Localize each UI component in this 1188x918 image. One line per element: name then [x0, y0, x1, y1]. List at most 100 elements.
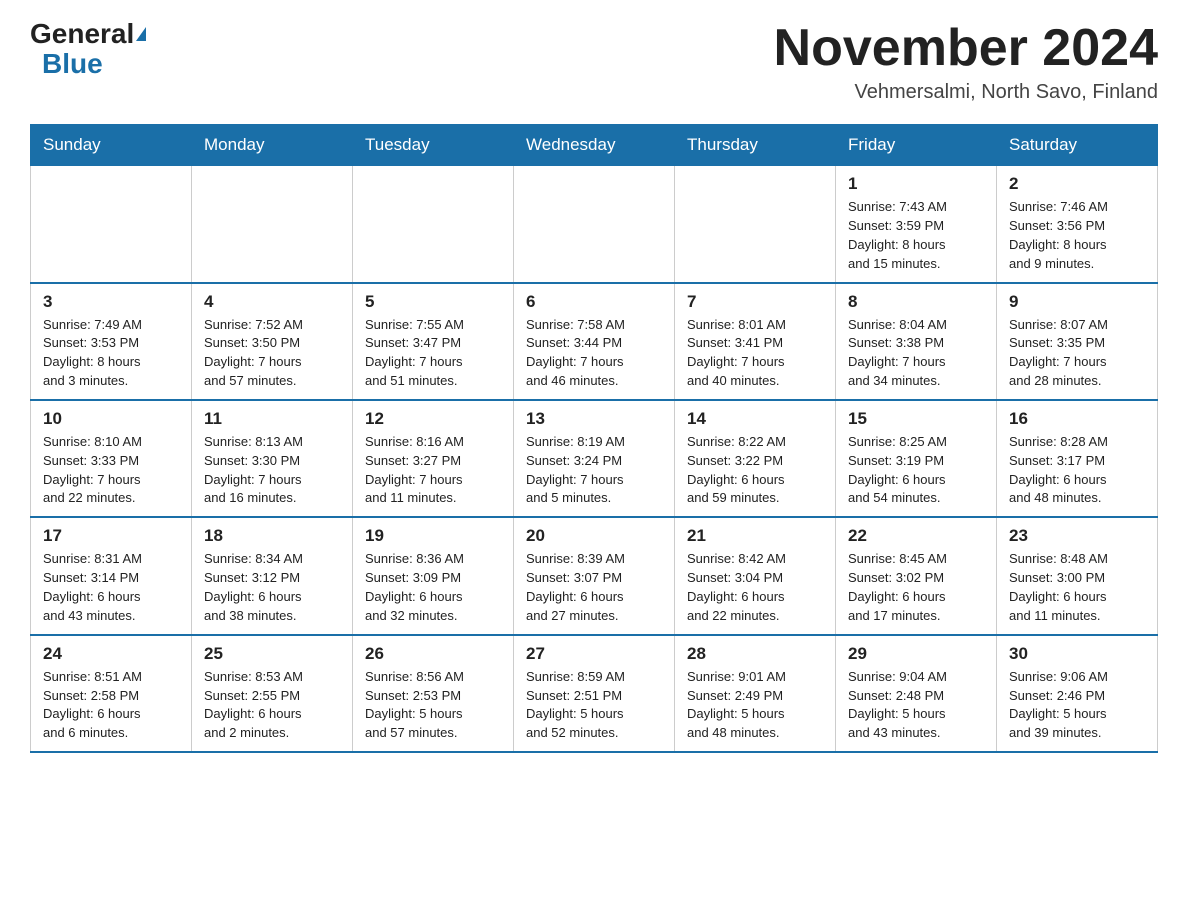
calendar-cell: 8 Sunrise: 8:04 AMSunset: 3:38 PMDaylight…: [836, 283, 997, 400]
logo: General Blue: [30, 20, 146, 78]
day-info: Sunrise: 8:48 AMSunset: 3:00 PMDaylight:…: [1009, 550, 1145, 625]
col-header-friday: Friday: [836, 125, 997, 166]
col-header-saturday: Saturday: [997, 125, 1158, 166]
calendar-cell: 13Sunrise: 8:19 AMSunset: 3:24 PMDayligh…: [514, 400, 675, 517]
day-info: Sunrise: 7:49 AMSunset: 3:53 PMDaylight:…: [43, 316, 179, 391]
calendar-cell: 20Sunrise: 8:39 AMSunset: 3:07 PMDayligh…: [514, 517, 675, 634]
day-number: 19: [365, 526, 501, 546]
day-number: 26: [365, 644, 501, 664]
day-info: Sunrise: 8:36 AMSunset: 3:09 PMDaylight:…: [365, 550, 501, 625]
day-number: 5: [365, 292, 501, 312]
day-number: 28: [687, 644, 823, 664]
day-info: Sunrise: 8:07 AMSunset: 3:35 PMDaylight:…: [1009, 316, 1145, 391]
day-info: Sunrise: 8:42 AMSunset: 3:04 PMDaylight:…: [687, 550, 823, 625]
day-number: 15: [848, 409, 984, 429]
day-number: 16: [1009, 409, 1145, 429]
day-info: Sunrise: 9:01 AMSunset: 2:49 PMDaylight:…: [687, 668, 823, 743]
day-number: 8: [848, 292, 984, 312]
calendar-cell: 23 Sunrise: 8:48 AMSunset: 3:00 PMDayligh…: [997, 517, 1158, 634]
logo-general-text: General: [30, 20, 134, 48]
day-number: 1: [848, 174, 984, 194]
logo-blue-text: Blue: [42, 50, 103, 78]
calendar-cell: 16 Sunrise: 8:28 AMSunset: 3:17 PMDayligh…: [997, 400, 1158, 517]
calendar-cell: 14 Sunrise: 8:22 AMSunset: 3:22 PMDayligh…: [675, 400, 836, 517]
calendar-cell: 30Sunrise: 9:06 AMSunset: 2:46 PMDayligh…: [997, 635, 1158, 752]
calendar-cell: 5 Sunrise: 7:55 AMSunset: 3:47 PMDaylight…: [353, 283, 514, 400]
day-info: Sunrise: 8:59 AMSunset: 2:51 PMDaylight:…: [526, 668, 662, 743]
calendar-cell: 4 Sunrise: 7:52 AMSunset: 3:50 PMDaylight…: [192, 283, 353, 400]
calendar-cell: 1 Sunrise: 7:43 AMSunset: 3:59 PMDaylight…: [836, 166, 997, 283]
day-info: Sunrise: 8:04 AMSunset: 3:38 PMDaylight:…: [848, 316, 984, 391]
calendar-cell: [353, 166, 514, 283]
calendar-cell: 11Sunrise: 8:13 AMSunset: 3:30 PMDayligh…: [192, 400, 353, 517]
calendar-cell: 7 Sunrise: 8:01 AMSunset: 3:41 PMDaylight…: [675, 283, 836, 400]
day-number: 2: [1009, 174, 1145, 194]
calendar-cell: 2 Sunrise: 7:46 AMSunset: 3:56 PMDaylight…: [997, 166, 1158, 283]
calendar-cell: [192, 166, 353, 283]
day-info: Sunrise: 7:55 AMSunset: 3:47 PMDaylight:…: [365, 316, 501, 391]
day-number: 18: [204, 526, 340, 546]
calendar-table: SundayMondayTuesdayWednesdayThursdayFrid…: [30, 124, 1158, 753]
day-info: Sunrise: 8:51 AMSunset: 2:58 PMDaylight:…: [43, 668, 179, 743]
calendar-cell: 22Sunrise: 8:45 AMSunset: 3:02 PMDayligh…: [836, 517, 997, 634]
location-subtitle: Vehmersalmi, North Savo, Finland: [774, 81, 1158, 104]
day-number: 13: [526, 409, 662, 429]
day-info: Sunrise: 8:56 AMSunset: 2:53 PMDaylight:…: [365, 668, 501, 743]
day-number: 30: [1009, 644, 1145, 664]
calendar-cell: 25Sunrise: 8:53 AMSunset: 2:55 PMDayligh…: [192, 635, 353, 752]
col-header-wednesday: Wednesday: [514, 125, 675, 166]
day-number: 14: [687, 409, 823, 429]
calendar-cell: 17Sunrise: 8:31 AMSunset: 3:14 PMDayligh…: [31, 517, 192, 634]
calendar-cell: 29Sunrise: 9:04 AMSunset: 2:48 PMDayligh…: [836, 635, 997, 752]
week-row-3: 10Sunrise: 8:10 AMSunset: 3:33 PMDayligh…: [31, 400, 1158, 517]
day-header-row: SundayMondayTuesdayWednesdayThursdayFrid…: [31, 125, 1158, 166]
day-number: 11: [204, 409, 340, 429]
calendar-cell: 6 Sunrise: 7:58 AMSunset: 3:44 PMDaylight…: [514, 283, 675, 400]
day-info: Sunrise: 7:58 AMSunset: 3:44 PMDaylight:…: [526, 316, 662, 391]
day-number: 23: [1009, 526, 1145, 546]
week-row-5: 24 Sunrise: 8:51 AMSunset: 2:58 PMDayligh…: [31, 635, 1158, 752]
calendar-cell: 3Sunrise: 7:49 AMSunset: 3:53 PMDaylight…: [31, 283, 192, 400]
day-info: Sunrise: 8:28 AMSunset: 3:17 PMDaylight:…: [1009, 433, 1145, 508]
calendar-cell: 10Sunrise: 8:10 AMSunset: 3:33 PMDayligh…: [31, 400, 192, 517]
day-number: 27: [526, 644, 662, 664]
day-number: 24: [43, 644, 179, 664]
day-number: 6: [526, 292, 662, 312]
calendar-cell: 21 Sunrise: 8:42 AMSunset: 3:04 PMDayligh…: [675, 517, 836, 634]
day-number: 21: [687, 526, 823, 546]
day-info: Sunrise: 8:34 AMSunset: 3:12 PMDaylight:…: [204, 550, 340, 625]
month-title: November 2024: [774, 20, 1158, 77]
week-row-2: 3Sunrise: 7:49 AMSunset: 3:53 PMDaylight…: [31, 283, 1158, 400]
day-number: 25: [204, 644, 340, 664]
day-info: Sunrise: 8:10 AMSunset: 3:33 PMDaylight:…: [43, 433, 179, 508]
calendar-cell: 19 Sunrise: 8:36 AMSunset: 3:09 PMDayligh…: [353, 517, 514, 634]
day-number: 4: [204, 292, 340, 312]
week-row-1: 1 Sunrise: 7:43 AMSunset: 3:59 PMDaylight…: [31, 166, 1158, 283]
calendar-cell: 15 Sunrise: 8:25 AMSunset: 3:19 PMDayligh…: [836, 400, 997, 517]
col-header-tuesday: Tuesday: [353, 125, 514, 166]
day-info: Sunrise: 8:45 AMSunset: 3:02 PMDaylight:…: [848, 550, 984, 625]
calendar-cell: 18 Sunrise: 8:34 AMSunset: 3:12 PMDayligh…: [192, 517, 353, 634]
day-info: Sunrise: 9:04 AMSunset: 2:48 PMDaylight:…: [848, 668, 984, 743]
calendar-cell: 12Sunrise: 8:16 AMSunset: 3:27 PMDayligh…: [353, 400, 514, 517]
day-info: Sunrise: 8:01 AMSunset: 3:41 PMDaylight:…: [687, 316, 823, 391]
calendar-cell: [514, 166, 675, 283]
day-info: Sunrise: 8:25 AMSunset: 3:19 PMDaylight:…: [848, 433, 984, 508]
day-number: 9: [1009, 292, 1145, 312]
day-info: Sunrise: 7:43 AMSunset: 3:59 PMDaylight:…: [848, 198, 984, 273]
day-info: Sunrise: 8:31 AMSunset: 3:14 PMDaylight:…: [43, 550, 179, 625]
calendar-body: 1 Sunrise: 7:43 AMSunset: 3:59 PMDaylight…: [31, 166, 1158, 752]
day-info: Sunrise: 8:22 AMSunset: 3:22 PMDaylight:…: [687, 433, 823, 508]
calendar-cell: 9 Sunrise: 8:07 AMSunset: 3:35 PMDaylight…: [997, 283, 1158, 400]
calendar-cell: 26 Sunrise: 8:56 AMSunset: 2:53 PMDayligh…: [353, 635, 514, 752]
calendar-cell: 27 Sunrise: 8:59 AMSunset: 2:51 PMDayligh…: [514, 635, 675, 752]
day-number: 7: [687, 292, 823, 312]
title-block: November 2024 Vehmersalmi, North Savo, F…: [774, 20, 1158, 104]
day-info: Sunrise: 8:39 AMSunset: 3:07 PMDaylight:…: [526, 550, 662, 625]
day-info: Sunrise: 7:46 AMSunset: 3:56 PMDaylight:…: [1009, 198, 1145, 273]
col-header-thursday: Thursday: [675, 125, 836, 166]
calendar-cell: 24 Sunrise: 8:51 AMSunset: 2:58 PMDayligh…: [31, 635, 192, 752]
day-info: Sunrise: 7:52 AMSunset: 3:50 PMDaylight:…: [204, 316, 340, 391]
calendar-header: SundayMondayTuesdayWednesdayThursdayFrid…: [31, 125, 1158, 166]
week-row-4: 17Sunrise: 8:31 AMSunset: 3:14 PMDayligh…: [31, 517, 1158, 634]
